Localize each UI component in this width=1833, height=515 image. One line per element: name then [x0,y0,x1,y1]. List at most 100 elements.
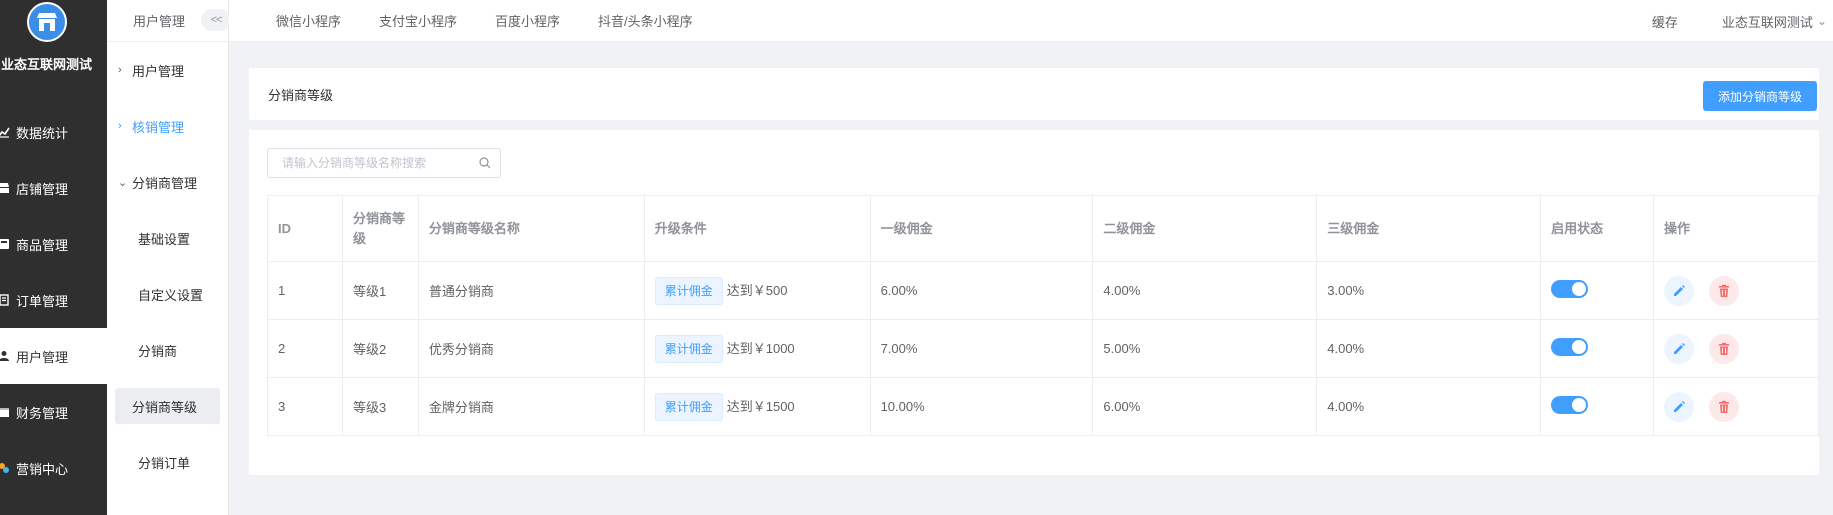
delete-button[interactable] [1708,275,1739,306]
sub-group-verification[interactable]: › 核销管理 [107,98,228,154]
cell-status [1540,319,1655,378]
column-header-level: 分销商等级 [341,195,419,262]
trash-icon [1718,284,1729,297]
sub-item-custom-settings[interactable]: 自定义设置 [107,266,228,322]
sub-item-distributors[interactable]: 分销商 [107,322,228,378]
condition-text: 达到￥500 [726,282,788,298]
search-input[interactable] [282,156,472,170]
status-toggle[interactable] [1551,280,1589,298]
table-header-row: ID 分销商等级 分销商等级名称 升级条件 一级佣金 二级佣金 三级佣金 启用状… [267,195,1819,262]
account-menu[interactable]: 业态互联网测试 [1722,12,1813,31]
search-icon[interactable] [479,157,491,169]
column-header-id: ID [267,195,343,262]
chevron-down-icon[interactable]: ⌄ [1817,14,1827,28]
pencil-icon [1674,400,1686,412]
edit-button[interactable] [1664,391,1695,422]
sub-item-distributor-levels[interactable]: 分销商等级 [115,388,220,424]
sub-group-label: 核销管理 [132,119,185,135]
collapse-button[interactable]: << [201,9,231,31]
main-sidebar: 业态互联网测试 数据统计 店铺管理 商品管理 订单管理 用户管理 财务管理 营销… [0,0,107,515]
order-icon [0,294,10,306]
pencil-icon [1674,284,1686,296]
chevron-down-icon: ⌄ [118,176,128,189]
condition-tag: 累计佣金 [654,334,723,363]
tab-baidu-miniprogram[interactable]: 百度小程序 [495,11,560,30]
edit-button[interactable] [1664,333,1695,364]
sub-sidebar-title: 用户管理 [133,14,186,29]
cell-commission-1: 6.00% [869,261,1094,320]
nav-item-label: 商品管理 [16,237,69,253]
sub-item-basic-settings[interactable]: 基础设置 [107,210,228,266]
cell-actions [1653,377,1819,436]
sub-item-distribution-orders[interactable]: 分销订单 [107,434,228,490]
logo-area: 业态互联网测试 [0,0,107,104]
tab-douyin-miniprogram[interactable]: 抖音/头条小程序 [598,11,693,30]
goods-icon [0,238,10,250]
sub-group-user-management[interactable]: › 用户管理 [107,42,228,98]
cell-status [1540,261,1655,320]
nav-item-store[interactable]: 店铺管理 [0,160,107,216]
tab-alipay-miniprogram[interactable]: 支付宝小程序 [379,11,457,30]
page-title: 分销商等级 [268,87,334,103]
tab-wechat-miniprogram[interactable]: 微信小程序 [276,11,341,30]
column-header-actions: 操作 [1653,195,1819,262]
cell-upgrade-condition: 累计佣金 达到￥500 [643,261,871,320]
sub-group-label: 分销商管理 [132,175,198,191]
page-title-card: 分销商等级 [249,68,1819,120]
column-header-upgrade-condition: 升级条件 [643,195,871,262]
finance-icon [0,406,10,418]
nav-item-data-stats[interactable]: 数据统计 [0,104,107,160]
cell-level: 等级1 [341,261,419,320]
nav-item-goods[interactable]: 商品管理 [0,216,107,272]
sub-sidebar: 用户管理 << › 用户管理 › 核销管理 ⌄ 分销商管理 基础设置 自定义设置… [107,0,231,515]
sub-group-distributor[interactable]: ⌄ 分销商管理 [107,154,228,210]
status-toggle[interactable] [1551,338,1589,356]
cell-status [1540,377,1655,436]
cell-commission-1: 10.00% [869,377,1094,436]
cell-commission-3: 4.00% [1316,319,1542,378]
nav-item-users[interactable]: 用户管理 [0,328,107,384]
nav-item-label: 营销中心 [16,461,69,477]
condition-tag: 累计佣金 [654,276,723,305]
cell-level-name: 金牌分销商 [417,377,645,436]
edit-button[interactable] [1664,275,1695,306]
cell-actions [1653,261,1819,320]
chevron-right-icon: › [118,64,122,76]
nav-item-marketing[interactable]: 营销中心 [0,440,107,496]
top-right-actions: 缓存 业态互联网测试 ⌄ [1652,0,1833,42]
user-icon [0,350,10,362]
nav-item-finance[interactable]: 财务管理 [0,384,107,440]
search-box [267,148,501,178]
delete-button[interactable] [1708,391,1739,422]
trash-icon [1718,400,1729,413]
chevron-right-icon: › [118,120,122,132]
pencil-icon [1674,342,1686,354]
nav-item-label: 用户管理 [16,349,69,365]
cell-level-name: 普通分销商 [417,261,645,320]
nav-item-orders[interactable]: 订单管理 [0,272,107,328]
cell-id: 2 [267,319,343,378]
cell-upgrade-condition: 累计佣金 达到￥1500 [643,377,871,436]
column-header-commission-3: 三级佣金 [1316,195,1542,262]
cache-button[interactable]: 缓存 [1652,12,1678,31]
add-distributor-level-button[interactable]: 添加分销商等级 [1703,81,1817,111]
column-header-commission-1: 一级佣金 [869,195,1094,262]
main-nav: 数据统计 店铺管理 商品管理 订单管理 用户管理 财务管理 营销中心 [0,104,107,496]
column-header-level-name: 分销商等级名称 [417,195,645,262]
table-row: 2 等级2 优秀分销商 累计佣金 达到￥1000 7.00% 5.00% 4.00… [267,319,1819,378]
cell-commission-3: 4.00% [1316,377,1542,436]
condition-text: 达到￥1500 [726,398,795,414]
condition-text: 达到￥1000 [726,340,795,356]
trash-icon [1718,342,1729,355]
nav-item-label: 店铺管理 [16,181,69,197]
cell-actions [1653,319,1819,378]
store-logo-icon[interactable] [26,2,67,42]
cell-level-name: 优秀分销商 [417,319,645,378]
chart-line-icon [0,126,10,138]
cell-commission-2: 4.00% [1092,261,1318,320]
store-name: 业态互联网测试 [0,57,92,72]
sub-group-label: 用户管理 [132,63,185,79]
cell-upgrade-condition: 累计佣金 达到￥1000 [643,319,871,378]
status-toggle[interactable] [1551,396,1589,414]
delete-button[interactable] [1708,333,1739,364]
